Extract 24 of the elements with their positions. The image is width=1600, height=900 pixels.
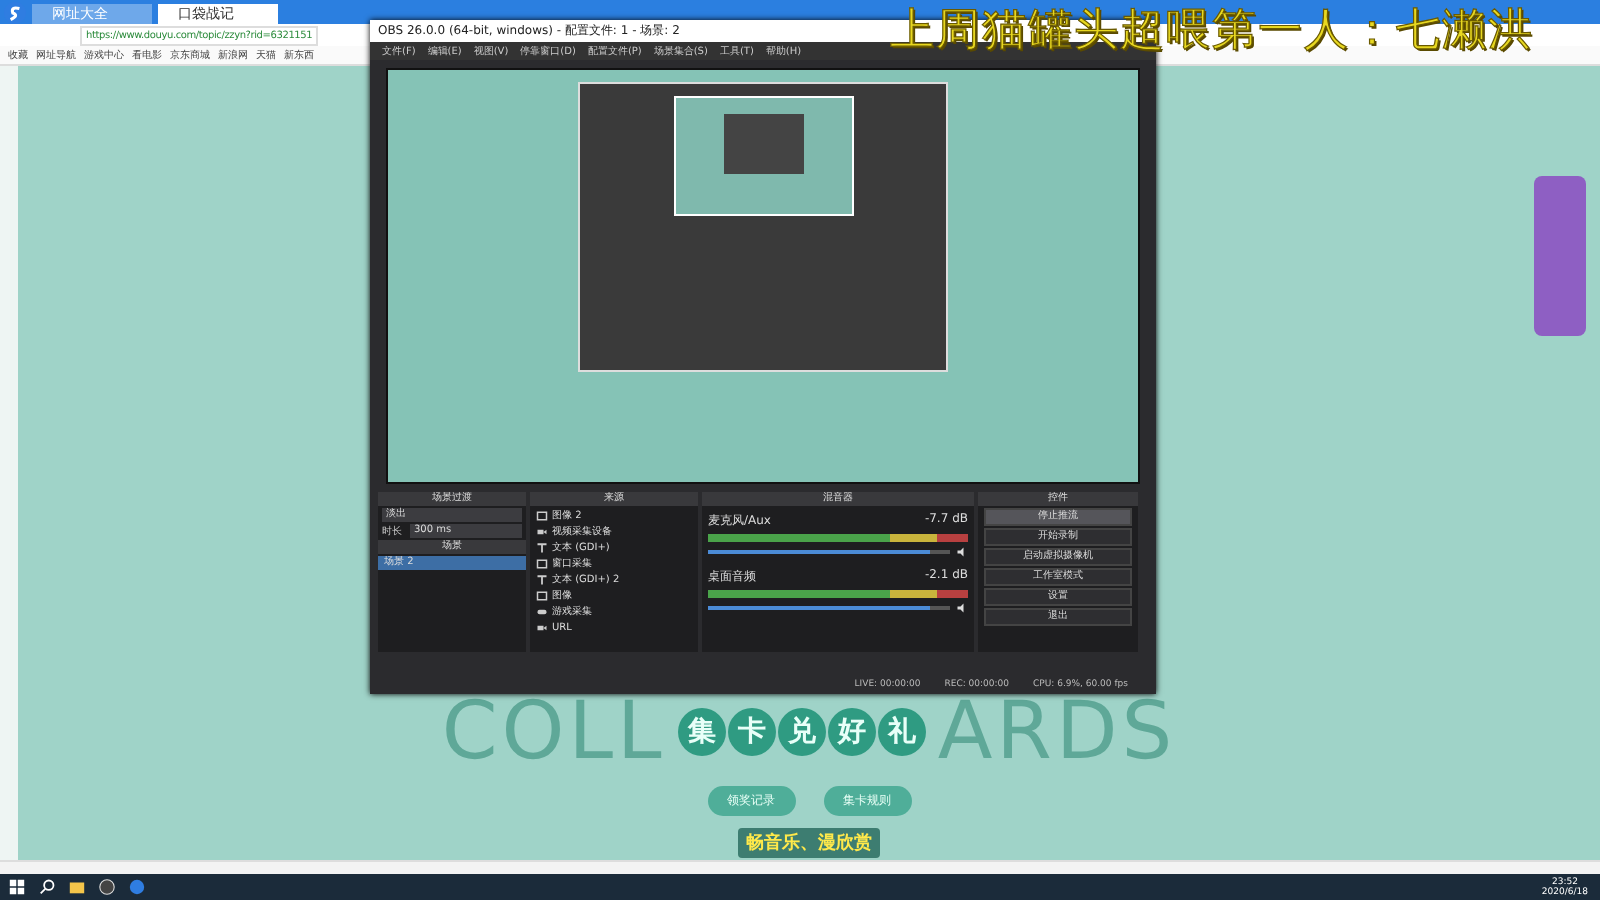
obs-icon[interactable] <box>98 878 116 896</box>
subtitle-caption: 畅音乐、漫欣赏 <box>738 828 880 858</box>
picture-icon <box>536 509 548 521</box>
text-icon <box>536 573 548 585</box>
title-character: 礼 <box>877 708 926 756</box>
search-icon[interactable] <box>38 878 56 896</box>
background-heading: COLL <box>441 686 666 778</box>
title-character: 卡 <box>727 708 776 756</box>
browser-icon[interactable] <box>128 878 146 896</box>
title-character: 好 <box>827 708 876 756</box>
speaker-icon[interactable] <box>956 546 968 558</box>
camera-icon <box>536 621 548 633</box>
browser-logo-icon[interactable] <box>4 1 26 23</box>
folder-icon[interactable] <box>68 878 86 896</box>
speaker-icon[interactable] <box>956 602 968 614</box>
text-icon <box>536 541 548 553</box>
title-character: 集 <box>677 708 726 756</box>
title-character: 兑 <box>777 708 826 756</box>
window-icon <box>536 557 548 569</box>
background-heading: ARDS <box>937 686 1177 778</box>
picture-icon <box>536 589 548 601</box>
camera-icon <box>536 525 548 537</box>
gamepad-icon <box>536 605 548 617</box>
windows-start-icon[interactable] <box>8 878 26 896</box>
